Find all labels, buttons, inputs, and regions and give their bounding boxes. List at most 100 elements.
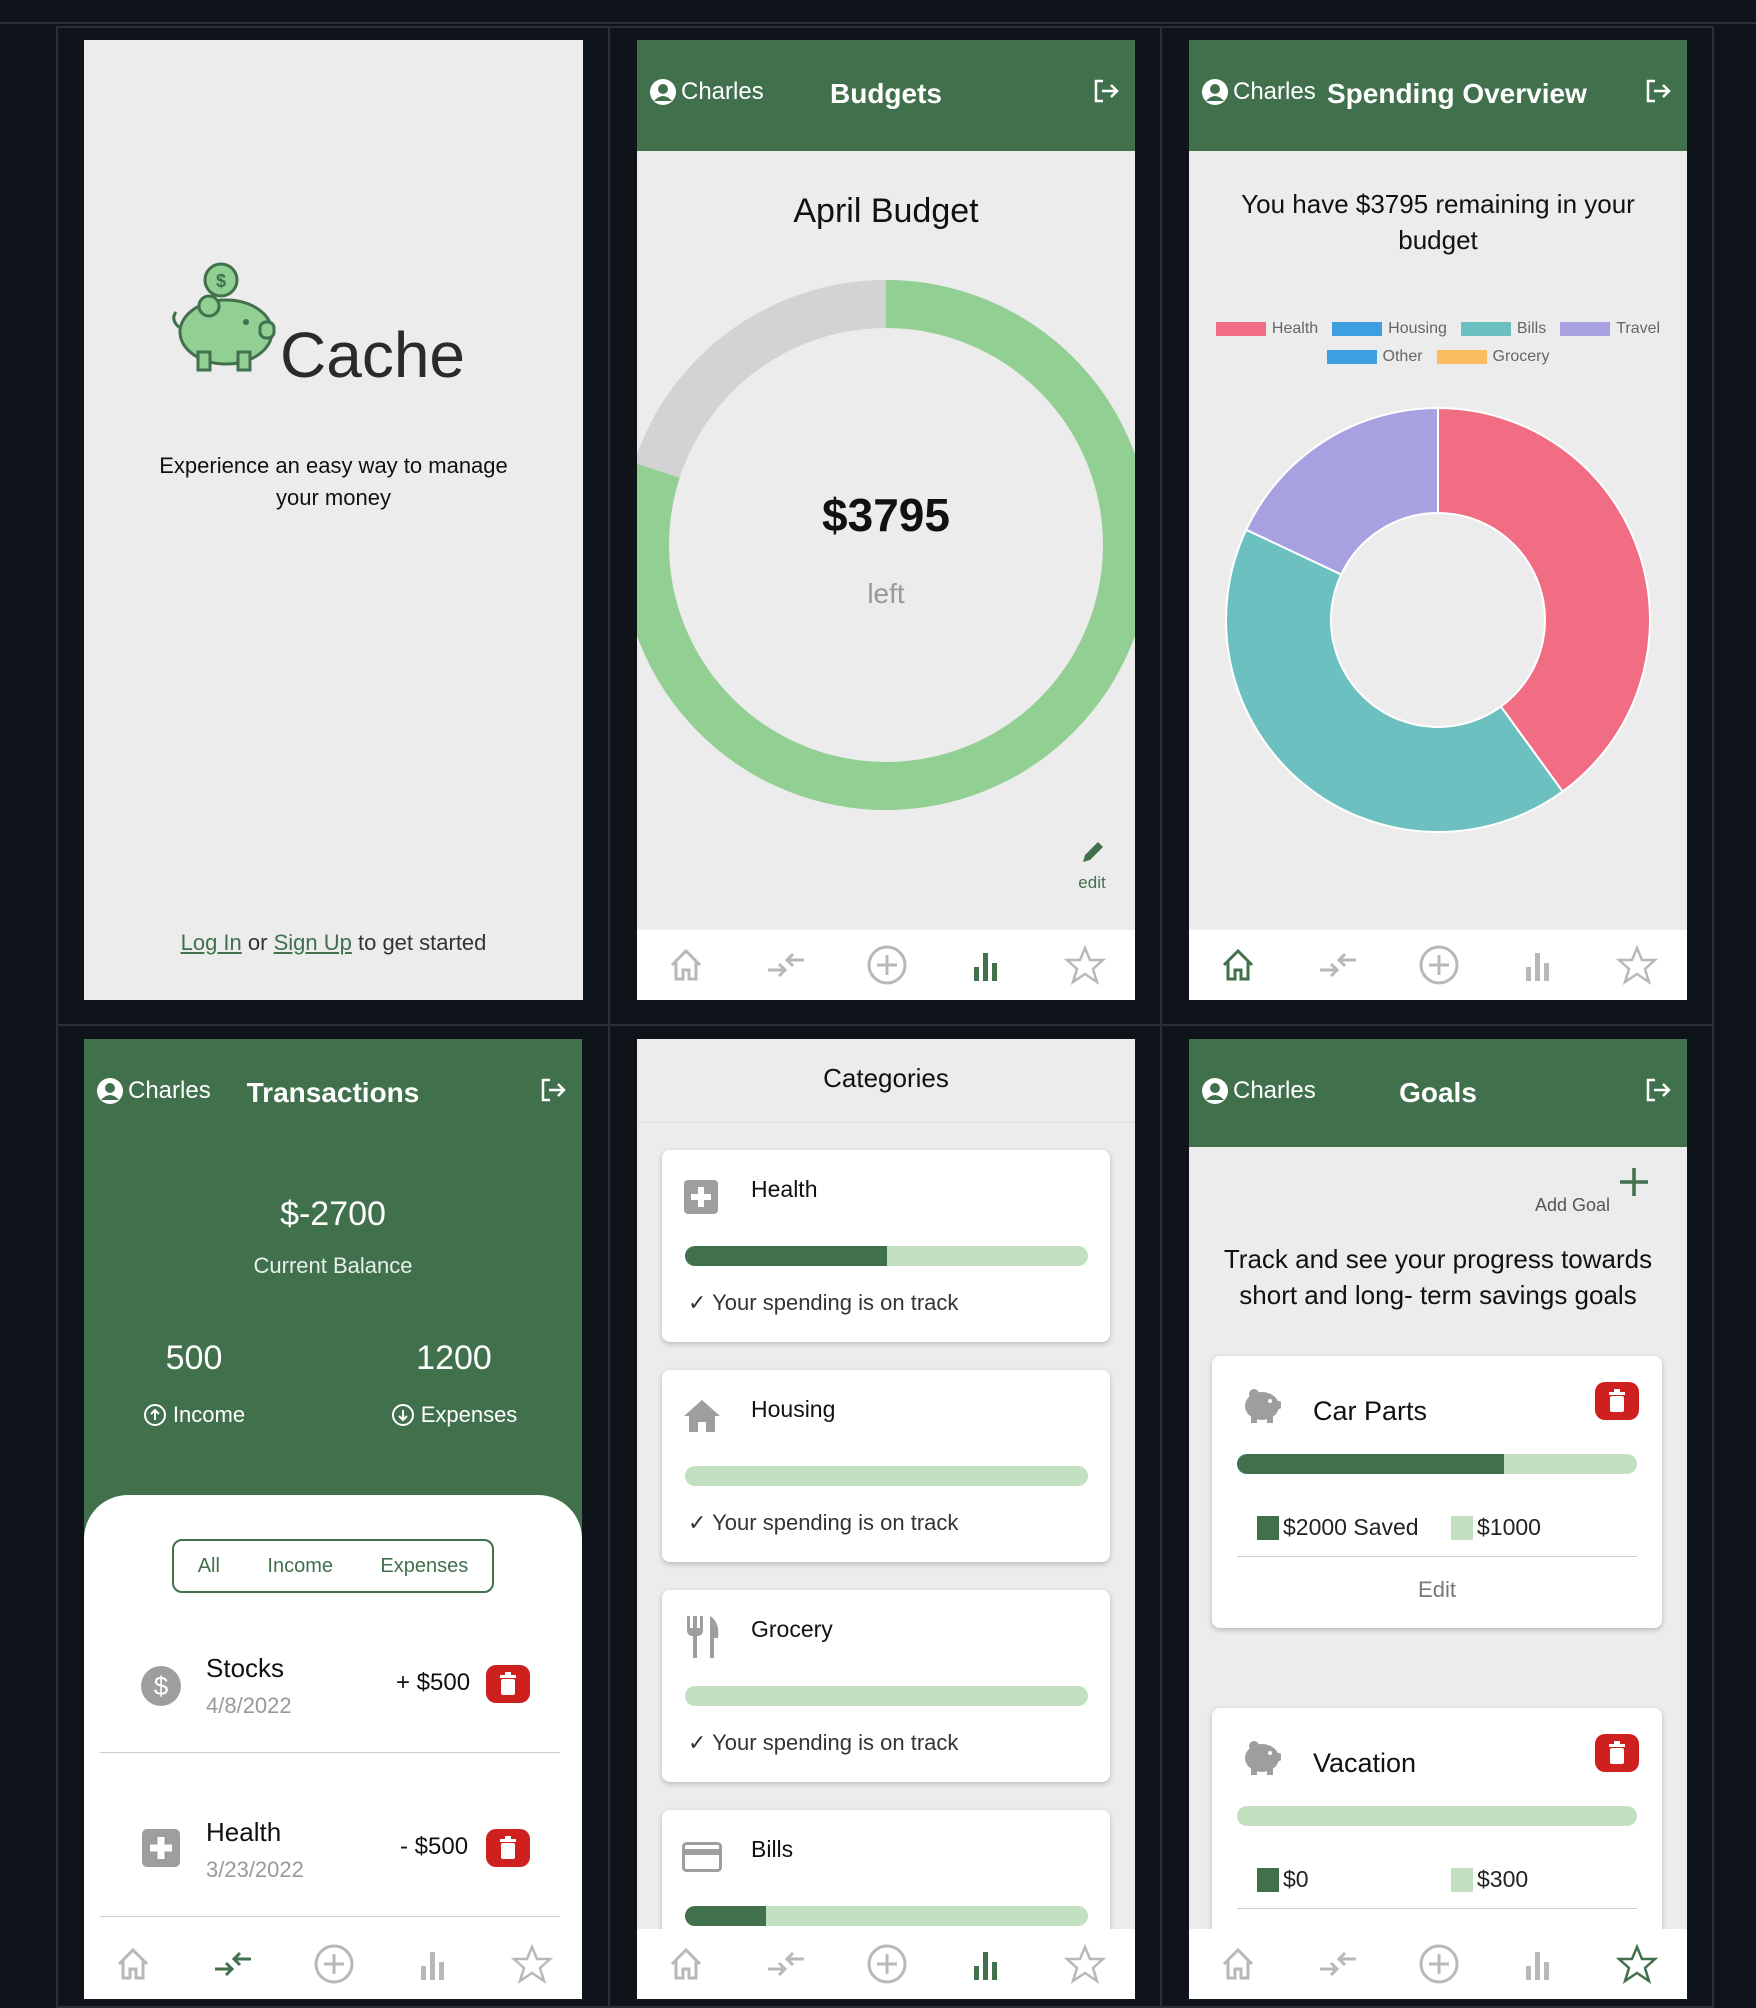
nav-goals[interactable]: [1616, 1943, 1658, 1985]
goal-remaining-amount: $300: [1477, 1866, 1529, 1892]
budget-ring-chart: [637, 280, 1135, 810]
income-label: Income: [172, 1402, 246, 1427]
transaction-row[interactable]: $ Stocks 4/8/2022 + $500: [100, 1633, 560, 1753]
delete-goal-button[interactable]: [1595, 1382, 1639, 1420]
legend-item[interactable]: Other: [1326, 348, 1423, 366]
transactions-list-panel: All Income Expenses $ Stocks 4/8/2022 + …: [84, 1495, 582, 1999]
category-card-health[interactable]: Health ✓ Your spending is on track: [662, 1150, 1110, 1342]
legend-item[interactable]: Bills: [1460, 320, 1546, 338]
nav-home[interactable]: [1218, 945, 1258, 985]
transfer-arrows-icon: [768, 1951, 804, 1977]
nav-budgets[interactable]: [413, 1944, 453, 1984]
filter-tab-expenses[interactable]: Expenses: [380, 1555, 468, 1578]
nav-add[interactable]: [866, 944, 908, 986]
bar-chart-icon: [1526, 953, 1549, 981]
legend-item[interactable]: Travel: [1560, 320, 1660, 338]
category-card-grocery[interactable]: Grocery ✓ Your spending is on track: [662, 1590, 1110, 1782]
category-status-text: Your spending is on track: [712, 1730, 959, 1755]
category-status-text: Your spending is on track: [712, 1290, 959, 1315]
nav-goals[interactable]: [1064, 944, 1106, 986]
nav-goals[interactable]: [1064, 1943, 1106, 1985]
nav-budgets[interactable]: [1518, 1944, 1558, 1984]
expenses-total: 1200: [416, 1339, 492, 1377]
remaining-swatch: [1451, 1515, 1473, 1540]
category-name: Housing: [751, 1396, 836, 1422]
nav-budgets[interactable]: [966, 945, 1006, 985]
delete-goal-button[interactable]: [1595, 1734, 1639, 1772]
nav-goals[interactable]: [1616, 944, 1658, 986]
goal-remaining-amount: $1000: [1477, 1514, 1541, 1540]
nav-budgets[interactable]: [1518, 945, 1558, 985]
dollar-icon: $: [141, 1666, 181, 1706]
or-text: or: [247, 930, 268, 955]
donut-slice-bills[interactable]: [1225, 528, 1565, 833]
login-link[interactable]: Log In: [181, 930, 242, 955]
edit-budget-button[interactable]: edit: [1077, 838, 1107, 893]
tagline-line-2: your money: [276, 485, 391, 510]
nav-add[interactable]: [1418, 1943, 1460, 1985]
transfer-arrows-icon: [1320, 952, 1356, 978]
logout-button[interactable]: [1643, 76, 1673, 111]
category-progress-bar: [685, 1246, 1088, 1266]
nav-transactions[interactable]: [211, 1944, 255, 1984]
logout-button[interactable]: [538, 1075, 568, 1110]
transaction-amount: + $500: [396, 1669, 471, 1696]
saved-swatch: [1257, 1867, 1279, 1892]
nav-home[interactable]: [666, 945, 706, 985]
nav-add[interactable]: [866, 1943, 908, 1985]
nav-add[interactable]: [1418, 944, 1460, 986]
page-title: Transactions: [246, 1077, 420, 1108]
legend-item[interactable]: Housing: [1332, 320, 1447, 338]
transaction-date: 4/8/2022: [206, 1693, 292, 1718]
nav-home[interactable]: [113, 1944, 153, 1984]
add-circle-icon: [867, 945, 907, 985]
filter-tab-all[interactable]: All: [198, 1555, 220, 1578]
goal-saved-amount: $2000 Saved: [1283, 1514, 1419, 1540]
page-title: Goals: [1399, 1077, 1477, 1108]
goal-saved-amount: $0: [1283, 1866, 1309, 1892]
remaining-swatch: [1451, 1867, 1473, 1892]
user-avatar-icon: [1202, 79, 1228, 105]
trash-icon: [1609, 1741, 1625, 1764]
logout-button[interactable]: [1091, 76, 1121, 111]
bottom-nav: [1189, 930, 1687, 1000]
bottom-nav: [637, 930, 1135, 1000]
nav-goals[interactable]: [511, 1943, 553, 1985]
legend-swatch: [1436, 350, 1487, 364]
delete-transaction-button[interactable]: [486, 1665, 530, 1703]
svg-text:$: $: [216, 271, 226, 291]
edit-goal-button[interactable]: Edit: [1212, 1577, 1662, 1603]
goal-card-car-parts: Car Parts $2000 Saved $1000 Edit: [1212, 1356, 1662, 1628]
delete-transaction-button[interactable]: [486, 1829, 530, 1867]
user-name: Charles: [1233, 78, 1316, 105]
bottom-nav: [1189, 1929, 1687, 1999]
filter-tab-income[interactable]: Income: [267, 1555, 333, 1578]
category-status: ✓ Your spending is on track: [688, 1510, 959, 1535]
category-progress-fill: [685, 1246, 887, 1266]
get-started-text: to get started: [357, 930, 487, 955]
logout-button[interactable]: [1643, 1075, 1673, 1110]
tagline-line-1: Experience an easy way to manage: [159, 453, 508, 478]
spending-overview-screen: Charles Spending Overview You have $3795…: [1189, 40, 1687, 1000]
user-menu[interactable]: Charles: [1201, 78, 1316, 106]
nav-add[interactable]: [313, 1943, 355, 1985]
transaction-row[interactable]: Health 3/23/2022 - $500: [100, 1797, 560, 1917]
nav-transactions[interactable]: [1316, 1944, 1360, 1984]
nav-home[interactable]: [666, 1944, 706, 1984]
page-title: Spending Overview: [1327, 78, 1587, 109]
edit-label: edit: [1078, 873, 1106, 892]
nav-transactions[interactable]: [764, 945, 808, 985]
nav-budgets[interactable]: [966, 1944, 1006, 1984]
legend-item[interactable]: Health: [1215, 320, 1318, 338]
goals-screen: Charles Goals Add Goal Track and see you…: [1189, 1039, 1687, 1999]
nav-transactions[interactable]: [764, 1944, 808, 1984]
signup-link[interactable]: Sign Up: [274, 930, 352, 955]
spending-donut-chart: [1225, 406, 1651, 833]
transfer-arrows-icon: [768, 952, 804, 978]
legend-item[interactable]: Grocery: [1436, 348, 1549, 366]
nav-transactions[interactable]: [1316, 945, 1360, 985]
category-card-housing[interactable]: Housing ✓ Your spending is on track: [662, 1370, 1110, 1562]
piggy-bank-icon: [1245, 1741, 1281, 1775]
transactions-screen: Charles Transactions $-2700 Current Bala…: [84, 1039, 582, 1999]
nav-home[interactable]: [1218, 1944, 1258, 1984]
